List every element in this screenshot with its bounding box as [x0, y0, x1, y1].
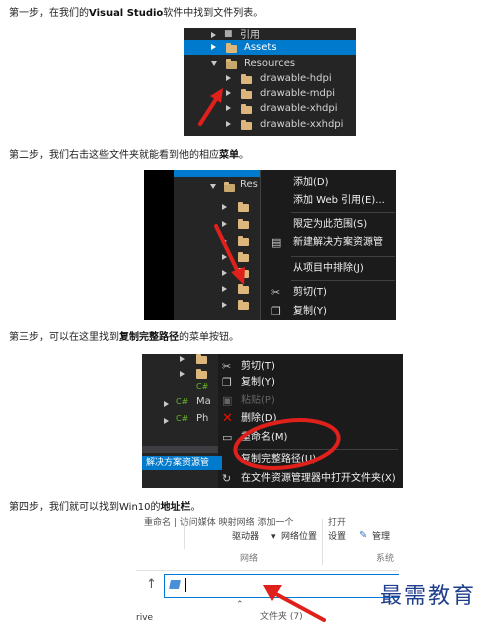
step-1-text: 第一步，在我们的Visual Studio软件中找到文件列表。 [9, 8, 264, 19]
menu-item-new-solution-explorer-view[interactable]: 新建解决方案资源管 [293, 236, 383, 249]
solution-explorer-tab[interactable]: 解决方案资源管 [142, 456, 222, 470]
folder-icon [241, 74, 252, 84]
menu-item-open-in-file-explorer[interactable]: 在文件资源管理器中打开文件夹(X) [241, 472, 396, 485]
menu-item-cut[interactable]: 剪切(T) [241, 360, 275, 373]
folder-icon [226, 43, 237, 53]
menu-item-add[interactable]: 添加(D) [293, 176, 329, 189]
scissors-icon: ✂ [271, 286, 281, 299]
folder-icon [238, 202, 249, 212]
csharp-file-icon: C# [176, 397, 189, 406]
step-3-text: 第三步，可以在这里找到复制完整路径的菜单按钮。 [9, 332, 239, 343]
new-view-icon: ▤ [271, 236, 282, 249]
group-system-label: 系统 [376, 554, 395, 564]
menu-item-paste[interactable]: 粘贴(P) [241, 394, 275, 407]
expand-down-icon[interactable] [211, 61, 217, 66]
manage-icon: ✎ [359, 530, 368, 541]
expand-down-icon[interactable] [210, 184, 216, 189]
menu-item-scope-to-this[interactable]: 限定为此范围(S) [293, 218, 367, 231]
collapse-chevron-icon[interactable]: ⌃ [236, 600, 244, 611]
red-arrow-icon [214, 224, 245, 285]
folder-icon [238, 300, 249, 310]
expand-right-icon[interactable] [164, 418, 169, 424]
tree-row-resources[interactable]: Resources [184, 56, 356, 71]
expand-right-icon[interactable] [164, 401, 169, 407]
horizontal-scrollbar[interactable] [142, 446, 218, 453]
tree-row-assets[interactable]: Assets [184, 40, 356, 55]
menu-item-add-web-reference[interactable]: 添加 Web 引用(E)... [293, 194, 385, 207]
expand-right-icon[interactable] [211, 44, 216, 50]
copy-icon: ❐ [222, 376, 232, 389]
csharp-file-icon: C# [176, 414, 189, 423]
expand-right-icon[interactable] [180, 371, 185, 377]
red-ellipse-highlight [233, 418, 341, 470]
text-cursor [185, 578, 186, 592]
folder-icon [196, 369, 207, 379]
open-folder-icon: ↻ [222, 472, 232, 485]
expand-right-icon[interactable] [211, 32, 216, 38]
step-4-text: 第四步，我们就可以找到Win10的地址栏。 [9, 502, 201, 513]
ribbon: 重命名 | 访问媒体 映射网络 添加一个 打开 驱动器 ▾ 网络位置 设置 ✎ … [136, 516, 399, 571]
menu-item-exclude-from-project[interactable]: 从项目中排除(J) [293, 262, 364, 275]
vs-solution-explorer-screenshot: ■ 引用 Assets Resources drawable-hdpi draw… [184, 28, 356, 136]
scissors-icon: ✂ [222, 360, 232, 373]
watermark-text: 最需教育 [380, 584, 477, 609]
folder-open-icon [224, 182, 235, 192]
folder-icon [241, 104, 252, 114]
menu-separator [291, 212, 395, 213]
computer-icon [169, 580, 181, 589]
folder-open-icon [226, 59, 237, 69]
menu-item-copy[interactable]: 复制(Y) [241, 376, 275, 389]
up-arrow-button[interactable]: ↑ [146, 578, 157, 592]
settings-button[interactable]: 设置 [328, 532, 346, 543]
drive-text: rive [136, 613, 154, 623]
menu-item-copy[interactable]: 复制(Y) [293, 305, 327, 318]
csharp-file-icon: C# [196, 382, 209, 391]
expand-right-icon[interactable] [226, 90, 231, 96]
folder-icon [241, 89, 252, 99]
menu-separator [291, 280, 395, 281]
tree-row-drawable-hdpi[interactable]: drawable-hdpi [184, 71, 356, 86]
vs-copy-full-path-menu-screenshot: C# C# Ma C# Ph 解决方案资源管 ✂ 剪切(T) ❐ 复制(Y) ▣… [142, 354, 403, 488]
menu-item-cut[interactable]: 剪切(T) [293, 286, 327, 299]
expand-right-icon[interactable] [226, 105, 231, 111]
menu-separator [291, 256, 395, 257]
expand-right-icon[interactable] [222, 204, 227, 210]
group-network-label: 网络 [240, 554, 259, 564]
map-network-drive-button[interactable]: 驱动器 [232, 532, 259, 543]
context-menu: 添加(D) 添加 Web 引用(E)... 限定为此范围(S) ▤ 新建解决方案… [260, 170, 396, 320]
red-arrow-icon [263, 585, 326, 622]
step-2-text: 第二步，我们右击这些文件夹就能看到他的相应菜单。 [9, 150, 249, 161]
expand-right-icon[interactable] [180, 356, 185, 362]
win10-explorer-screenshot: 重命名 | 访问媒体 映射网络 添加一个 打开 驱动器 ▾ 网络位置 设置 ✎ … [136, 516, 399, 624]
solution-tree: C# C# Ma C# Ph 解决方案资源管 [142, 354, 222, 488]
copy-icon: ❐ [271, 305, 281, 318]
red-arrow-icon [198, 88, 223, 126]
folder-icon [241, 120, 252, 130]
expand-right-icon[interactable] [226, 121, 231, 127]
paste-icon: ▣ [222, 394, 233, 407]
expand-right-icon[interactable] [222, 302, 227, 308]
folder-icon [196, 354, 207, 364]
vs-context-menu-screenshot: Res 添加(D) 添加 Web 引用(E)... 限定为此范围(S) ▤ 新建… [144, 170, 396, 320]
expand-right-icon[interactable] [226, 75, 231, 81]
network-location-button[interactable]: 网络位置 [281, 532, 317, 543]
rename-icon: ▭ [222, 431, 233, 444]
manage-button[interactable]: 管理 [372, 532, 390, 543]
